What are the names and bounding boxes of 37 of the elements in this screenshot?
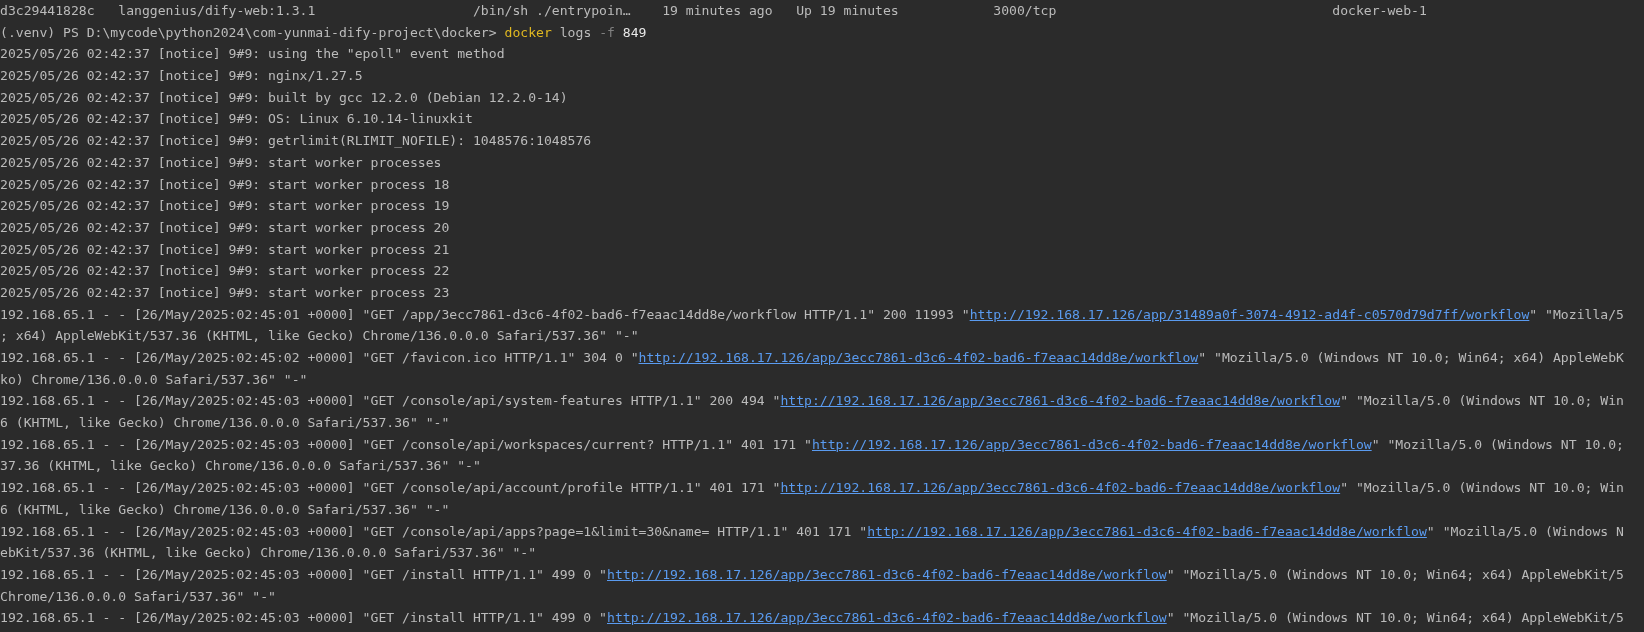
log-line: 192.168.65.1 - - [26/May/2025:02:45:03 +0000] "GET /install HTTP/1.1" 499 0 "http://192.168.17.126/app/3ecc7861-d3c6-4f02-bad6-f7eaac14dd8e/workflow" "Mozilla/5.0 (Windows NT 10.0; Win64; x64) AppleWebKit/5 — [0, 609, 1624, 628]
url-link[interactable]: http://192.168.17.126/app/31489a0f-3074-4912-ad4f-c0570d79d7ff/workflow — [969, 306, 1530, 322]
log-line: d3c29441828c langgenius/dify-web:1.3.1 /bin/sh ./entrypoin… 19 minutes ago Up 19 minutes 3000/tcp docker-web-1 — [0, 2, 1427, 20]
log-line: 2025/05/26 02:42:37 [notice] 9#9: start worker process 19 — [0, 197, 450, 216]
log-line: 2025/05/26 02:42:37 [notice] 9#9: start worker process 18 — [0, 175, 450, 194]
log-line: 2025/05/26 02:42:37 [notice] 9#9: OS: Linux 6.10.14-linuxkit — [0, 110, 473, 129]
log-line: 192.168.65.1 - - [26/May/2025:02:45:03 +0000] "GET /console/api/account/profile HTTP/1.1" 401 171 "http://192.168.17.126/app/3ecc7861-d3c6-4f02-bad6-f7eaac14dd8e/workflow" "Mozilla/5.0 (Windows NT 10.0; Win — [0, 479, 1624, 498]
log-line: 2025/05/26 02:42:37 [notice] 9#9: start worker processes — [0, 153, 442, 172]
log-line: 37.36 (KHTML, like Gecko) Chrome/136.0.0.0 Safari/537.36" "-" — [0, 457, 481, 476]
log-line: 192.168.65.1 - - [26/May/2025:02:45:03 +0000] "GET /console/api/apps?page=1&limit=30&name= HTTP/1.1" 401 171 "http://192.168.17.126/app/3ecc7861-d3c6-4f02-bad6-f7eaac14dd8e/workflow" "Mozilla/5.0 (Windows N — [0, 522, 1624, 541]
log-line: ko) Chrome/136.0.0.0 Safari/537.36" "-" — [0, 370, 308, 389]
log-line: 2025/05/26 02:42:37 [notice] 9#9: using the "epoll" event method — [0, 45, 505, 64]
log-line: 6 (KHTML, like Gecko) Chrome/136.0.0.0 Safari/537.36" "-" — [0, 414, 450, 433]
log-line: 2025/05/26 02:42:37 [notice] 9#9: start worker process 21 — [0, 240, 450, 259]
url-link[interactable]: http://192.168.17.126/app/3ecc7861-d3c6-4f02-bad6-f7eaac14dd8e/workflow — [607, 566, 1167, 582]
url-link[interactable]: http://192.168.17.126/app/3ecc7861-d3c6-4f02-bad6-f7eaac14dd8e/workflow — [867, 523, 1427, 539]
log-line: 192.168.65.1 - - [26/May/2025:02:45:03 +0000] "GET /console/api/workspaces/current? HTTP/1.1" 401 171 "http://192.168.17.126/app/3ecc7861-d3c6-4f02-bad6-f7eaac14dd8e/workflow" "Mozilla/5.0 (Windows NT 10.0; — [0, 435, 1624, 454]
log-line: 6 (KHTML, like Gecko) Chrome/136.0.0.0 Safari/537.36" "-" — [0, 500, 450, 519]
log-line: Chrome/136.0.0.0 Safari/537.36" "-" — [0, 587, 276, 606]
log-line: 2025/05/26 02:42:37 [notice] 9#9: start worker process 23 — [0, 283, 450, 302]
log-line: 192.168.65.1 - - [26/May/2025:02:45:01 +0000] "GET /app/3ecc7861-d3c6-4f02-bad6-f7eaac14dd8e/workflow HTTP/1.1" 200 11993 "http://192.168.17.126/app/31489a0f-3074-4912-ad4f-c0570d79d7ff/workflow" "Mozilla/5 — [0, 305, 1624, 324]
url-link[interactable]: http://192.168.17.126/app/3ecc7861-d3c6-4f02-bad6-f7eaac14dd8e/workflow — [780, 393, 1341, 409]
log-line: 192.168.65.1 - - [26/May/2025:02:45:03 +0000] "GET /install HTTP/1.1" 499 0 "http://192.168.17.126/app/3ecc7861-d3c6-4f02-bad6-f7eaac14dd8e/workflow" "Mozilla/5.0 (Windows NT 10.0; Win64; x64) AppleWebKit/5 — [0, 565, 1624, 584]
url-link[interactable]: http://192.168.17.126/app/3ecc7861-d3c6-4f02-bad6-f7eaac14dd8e/workflow — [811, 436, 1372, 452]
log-line: 2025/05/26 02:42:37 [notice] 9#9: nginx/1.27.5 — [0, 67, 363, 86]
url-link[interactable]: http://192.168.17.126/app/3ecc7861-d3c6-4f02-bad6-f7eaac14dd8e/workflow — [638, 350, 1199, 365]
log-line: 192.168.65.1 - - [26/May/2025:02:45:03 +0000] "GET /console/api/system-features HTTP/1.1" 200 494 "http://192.168.17.126/app/3ecc7861-d3c6-4f02-bad6-f7eaac14dd8e/workflow" "Mozilla/5.0 (Windows NT 10.0; Win — [0, 392, 1624, 411]
command-prompt: (.venv) PS D:\mycode\python2024\com-yunmai-dify-project\docker> docker logs -f 849 — [0, 23, 647, 42]
log-line: 192.168.65.1 - - [26/May/2025:02:45:02 +0000] "GET /favicon.ico HTTP/1.1" 304 0 "http://192.168.17.126/app/3ecc7861-d3c6-4f02-bad6-f7eaac14dd8e/workflow" "Mozilla/5.0 (Windows NT 10.0; Win64; x64) AppleWebK — [0, 349, 1624, 367]
url-link[interactable]: http://192.168.17.126/app/3ecc7861-d3c6-4f02-bad6-f7eaac14dd8e/workflow — [780, 480, 1341, 496]
log-line: ; x64) AppleWebKit/537.36 (KHTML, like Gecko) Chrome/136.0.0.0 Safari/537.36" "-" — [0, 327, 639, 346]
log-line: 2025/05/26 02:42:37 [notice] 9#9: getrlimit(RLIMIT_NOFILE): 1048576:1048576 — [0, 132, 592, 151]
log-line: 2025/05/26 02:42:37 [notice] 9#9: start worker process 20 — [0, 218, 450, 237]
url-link[interactable]: http://192.168.17.126/app/3ecc7861-d3c6-4f02-bad6-f7eaac14dd8e/workflow — [607, 610, 1167, 626]
log-line: ebKit/537.36 (KHTML, like Gecko) Chrome/136.0.0.0 Safari/537.36" "-" — [0, 544, 537, 563]
log-line: 2025/05/26 02:42:37 [notice] 9#9: start worker process 22 — [0, 262, 450, 281]
log-line: 2025/05/26 02:42:37 [notice] 9#9: built by gcc 12.2.0 (Debian 12.2.0-14) — [0, 88, 568, 107]
